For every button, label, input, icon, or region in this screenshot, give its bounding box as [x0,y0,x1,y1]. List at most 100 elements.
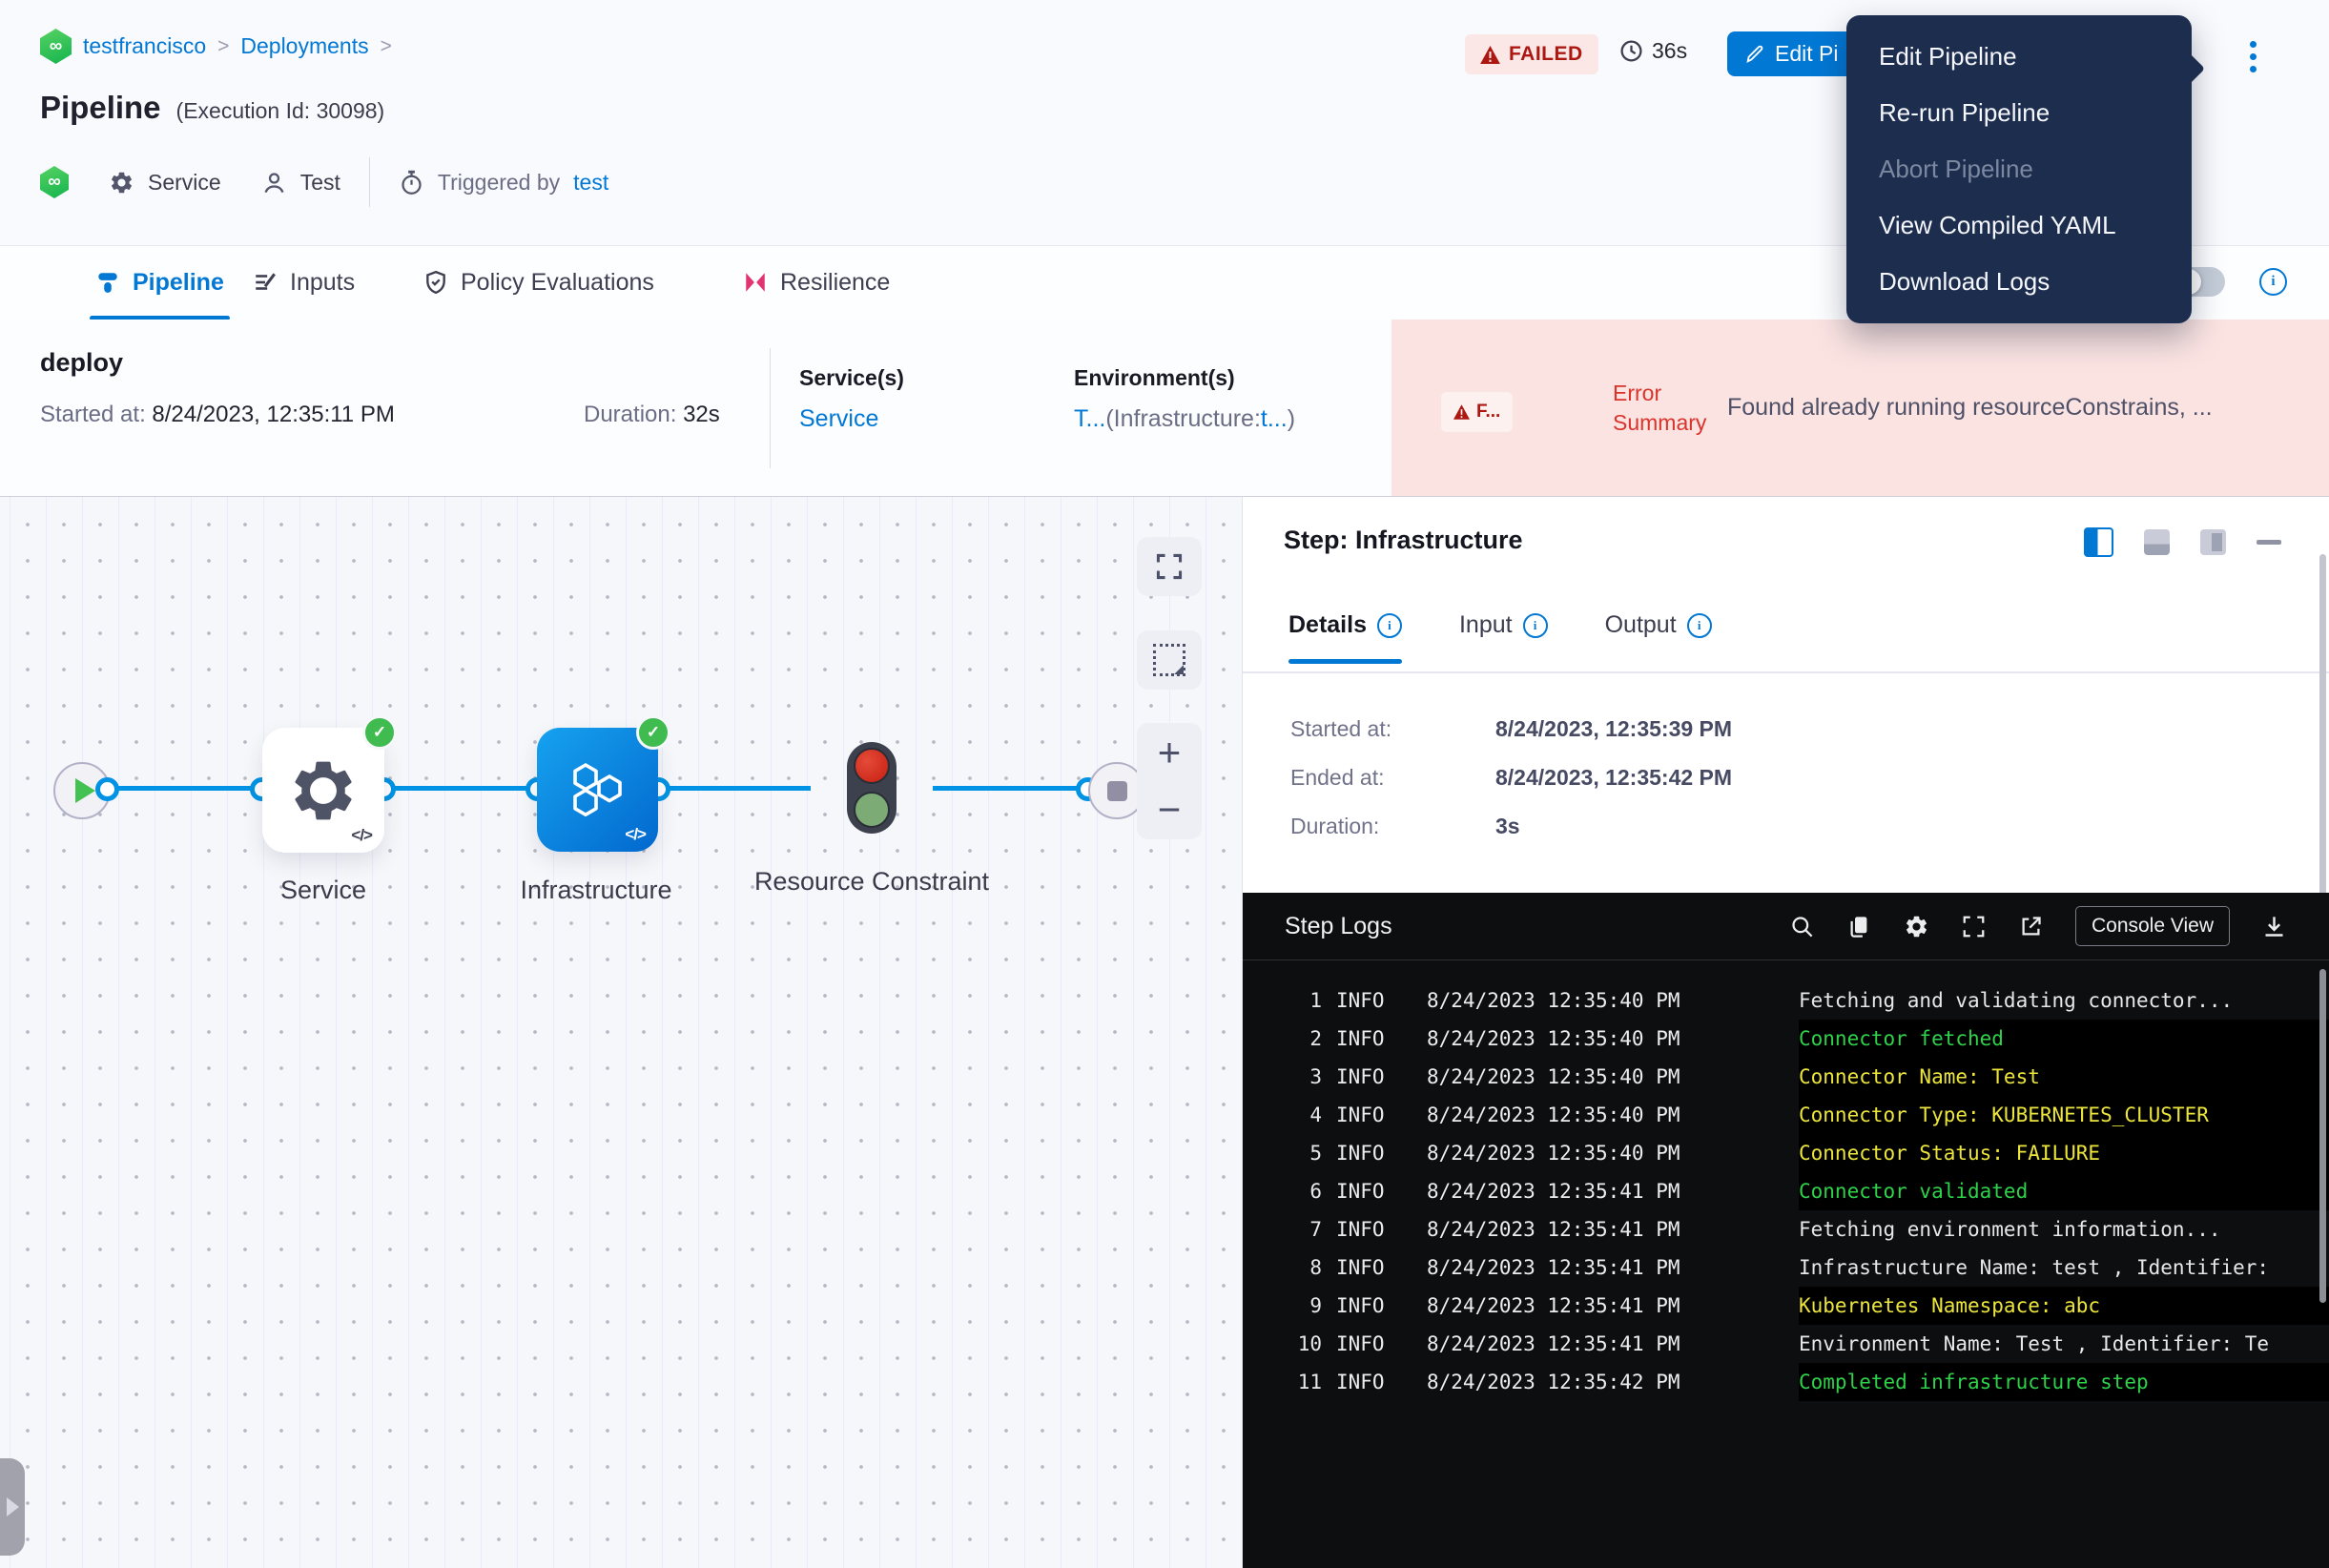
resilience-icon [743,270,768,295]
gear-icon [109,170,134,196]
log-settings-icon[interactable] [1904,914,1929,939]
pipeline-actions-menu: Edit PipelineRe-run PipelineAbort Pipeli… [1846,15,2192,323]
field-value: 8/24/2023, 12:35:39 PM [1495,716,1732,742]
meta-divider [369,157,370,207]
services-block: Service(s) Service [799,365,904,433]
edge-connector [95,777,119,801]
success-check-icon: ✓ [362,715,397,750]
menu-item-edit-pipeline[interactable]: Edit Pipeline [1846,29,2192,85]
log-line: 11INFO8/24/2023 12:35:42 PMCompleted inf… [1243,1363,2329,1401]
zoom-out-button[interactable]: − [1137,781,1202,838]
panel-scrollbar[interactable] [2319,554,2326,936]
minimize-panel-icon[interactable] [2257,540,2281,545]
harness-module-icon: ∞ [40,166,69,198]
log-line: 2INFO8/24/2023 12:35:40 PMConnector fetc… [1243,1020,2329,1058]
divider [1243,671,2329,673]
step-detail-fields: Started at: 8/24/2023, 12:35:39 PM Ended… [1290,716,1732,839]
user-icon [261,170,287,196]
tab-resilience[interactable]: Resilience [743,246,890,319]
download-icon[interactable] [2261,914,2287,939]
menu-item-re-run-pipeline[interactable]: Re-run Pipeline [1846,85,2192,141]
environments-block: Environment(s) T...(Infrastructure:t...) [1074,365,1295,433]
infrastructure-link[interactable]: t... [1261,405,1288,432]
warning-icon [1453,404,1470,420]
service-step-node[interactable]: ✓ </> [262,728,384,853]
info-icon[interactable]: i [1377,613,1402,638]
log-line: 7INFO8/24/2023 12:35:41 PMFetching envir… [1243,1210,2329,1248]
trigger-user-name: Test [300,170,340,196]
service-link[interactable]: Service [799,405,904,433]
node-label: Infrastructure [472,874,720,907]
breadcrumb-deployments-link[interactable]: Deployments [240,33,368,59]
tab-output[interactable]: Output i [1605,611,1712,664]
console-view-button[interactable]: Console View [2075,906,2230,946]
log-lines[interactable]: 1INFO8/24/2023 12:35:40 PMFetching and v… [1243,959,2329,1568]
traffic-light-red [854,748,890,784]
step-logs-header: Step Logs Console View [1243,893,2329,960]
left-panel-expander[interactable] [0,1458,25,1556]
pipeline-meta-row: ∞ Service Test Triggered by test [40,156,608,208]
log-line: 10INFO8/24/2023 12:35:41 PMEnvironment N… [1243,1325,2329,1363]
breadcrumb-project-link[interactable]: testfrancisco [83,33,206,59]
info-icon[interactable]: i [1687,613,1712,638]
zoom-in-button[interactable]: + [1137,724,1202,781]
tab-inputs[interactable]: Inputs [253,246,355,319]
inputs-icon [253,270,278,295]
log-line: 8INFO8/24/2023 12:35:41 PMInfrastructure… [1243,1248,2329,1287]
code-icon: </> [625,825,646,844]
layout-right-icon[interactable] [2084,527,2113,557]
stage-started: Started at: 8/24/2023, 12:35:11 PM [40,402,395,428]
menu-item-view-compiled-yaml[interactable]: View Compiled YAML [1846,197,2192,254]
log-toolbar: Console View [1789,906,2287,946]
pipeline-graph-canvas[interactable]: ✓ </> Service ✓ </> Infrastructure Resou… [0,496,1242,1568]
tab-details[interactable]: Details i [1288,611,1402,664]
marquee-select-icon [1153,644,1185,676]
infrastructure-step-node[interactable]: ✓ </> [537,728,658,852]
field-label: Ended at: [1290,765,1495,791]
resource-constraint-node[interactable] [847,742,897,834]
log-line: 1INFO8/24/2023 12:35:40 PMFetching and v… [1243,981,2329,1020]
more-options-button[interactable] [2238,35,2267,77]
log-line: 6INFO8/24/2023 12:35:41 PMConnector vali… [1243,1172,2329,1210]
canvas-select-button[interactable] [1137,630,1202,690]
stage-name: deploy [40,348,123,378]
tab-pipeline[interactable]: Pipeline [95,246,224,319]
step-logs-title: Step Logs [1285,913,1392,940]
service-name: Service [148,170,221,196]
canvas-fullscreen-button[interactable] [1137,537,1202,596]
graph-edge [933,786,1087,791]
environment-value: T...(Infrastructure:t...) [1074,405,1295,433]
tab-input[interactable]: Input i [1459,611,1548,664]
log-scrollbar[interactable] [2319,969,2326,1303]
field-value: 8/24/2023, 12:35:42 PM [1495,765,1732,791]
environments-label: Environment(s) [1074,365,1295,391]
shield-check-icon [423,270,448,295]
stopwatch-icon [399,170,424,196]
step-panel-tabs: Details i Input i Output i [1288,611,1712,664]
tab-policy-evaluations[interactable]: Policy Evaluations [423,246,654,319]
info-icon[interactable]: i [2259,268,2287,296]
panel-layout-controls [2084,527,2281,557]
menu-item-abort-pipeline: Abort Pipeline [1846,141,2192,197]
graph-edge [658,786,811,791]
traffic-light-green [854,792,890,828]
environment-link[interactable]: T... [1074,405,1105,432]
node-label: Service [199,874,447,907]
status-badge: FAILED [1465,34,1598,74]
error-summary-label: Error Summary [1613,379,1729,438]
layout-bottom-icon[interactable] [2144,529,2170,555]
info-icon[interactable]: i [1523,613,1548,638]
error-status-badge: F... [1441,392,1513,432]
step-details-panel: Step: Infrastructure Details i Input i O… [1242,496,2329,1568]
search-icon[interactable] [1789,914,1815,939]
triggered-by-user-link[interactable]: test [573,170,608,196]
menu-item-download-logs[interactable]: Download Logs [1846,254,2192,310]
pipeline-icon [95,270,120,295]
copy-icon[interactable] [1846,914,1872,939]
layout-drawer-icon[interactable] [2200,529,2226,555]
elapsed-time: 36s [1619,38,1687,64]
stage-summary-bar: deploy Started at: 8/24/2023, 12:35:11 P… [0,320,2329,496]
stage-duration: Duration: 32s [584,402,720,428]
open-in-new-icon[interactable] [2018,914,2044,939]
expand-logs-icon[interactable] [1961,914,1987,939]
